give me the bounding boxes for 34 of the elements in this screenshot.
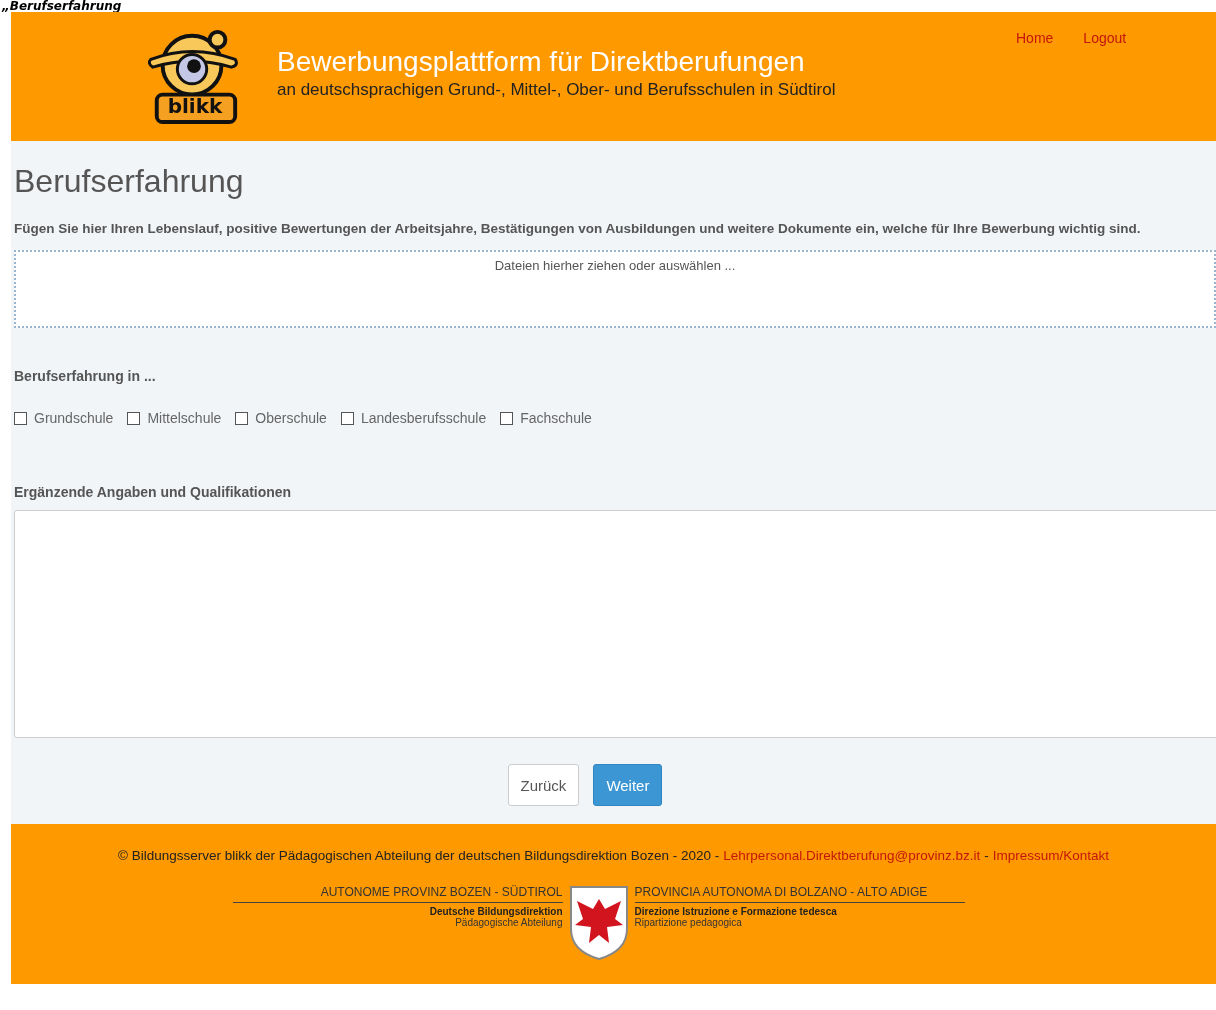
department-subname: Pädagogische Abteilung	[454, 917, 563, 928]
checkbox-label: Grundschule	[34, 410, 114, 426]
department-name: Direzione Istruzione e Formazione tedesca	[634, 906, 838, 917]
impressum-link[interactable]: Impressum/Kontakt	[992, 848, 1109, 863]
checkbox-label: Mittelschule	[147, 410, 222, 426]
logo-wordmark: blikk	[166, 94, 224, 118]
checkbox-label: Landesberufsschule	[360, 410, 487, 426]
copyright-text: © Bildungsserver blikk der Pädagogischen Abteilung der deutschen Bildungsdirektion Bozen - 2020 -	[118, 848, 720, 863]
department-subname: Ripartizione pedagogica	[634, 917, 743, 928]
separator-text: -	[984, 848, 989, 863]
next-button[interactable]: Weiter	[593, 764, 663, 806]
field-label: Ergänzende Angaben und Qualifikationen	[14, 484, 293, 500]
checkbox[interactable]	[127, 411, 141, 425]
field-label: Berufserfahrung in ...	[14, 368, 157, 384]
eagle-crest-icon	[568, 885, 629, 961]
checkbox[interactable]	[340, 411, 354, 425]
site-subtitle: an deutschsprachigen Grund-, Mittel-, Ober- und Berufsschulen in Südtirol	[277, 79, 836, 100]
email-link[interactable]: Lehrpersonal.Direktberufung@provinz.bz.it	[723, 848, 981, 863]
province-title: AUTONOME PROVINZ BOZEN - SÜDTIROL	[232, 885, 563, 903]
checkbox-label: Oberschule	[255, 410, 327, 426]
intro-text: Fügen Sie hier Ihren Lebenslauf, positive Bewertungen der Arbeitsjahre, Bestätigungen von Ausbildungen und weitere Dokumente ein, welche für Ihre Bewerbung wichtig sind.	[14, 220, 1142, 238]
province-title: PROVINCIA AUTONOMA DI BOLZANO - ALTO ADIGE	[634, 885, 965, 903]
page-heading: Berufserfahrung	[14, 162, 245, 201]
checkbox[interactable]	[500, 411, 514, 425]
department-name: Deutsche Bildungsdirektion	[428, 906, 563, 917]
checkbox-label: Fachschule	[520, 410, 592, 426]
checkbox[interactable]	[235, 411, 249, 425]
back-button[interactable]: Zurück	[507, 764, 580, 806]
checkbox[interactable]	[14, 411, 27, 425]
page-caption: „Berufserfahrung	[0, 0, 123, 12]
site-title: Bewerbungsplattform für Direktberufungen	[277, 44, 806, 79]
file-dropzone[interactable]: Dateien hierher ziehen oder auswählen ...	[14, 250, 1216, 328]
nav-link[interactable]: Logout	[1083, 30, 1127, 46]
nav-link[interactable]: Home	[1016, 30, 1054, 46]
